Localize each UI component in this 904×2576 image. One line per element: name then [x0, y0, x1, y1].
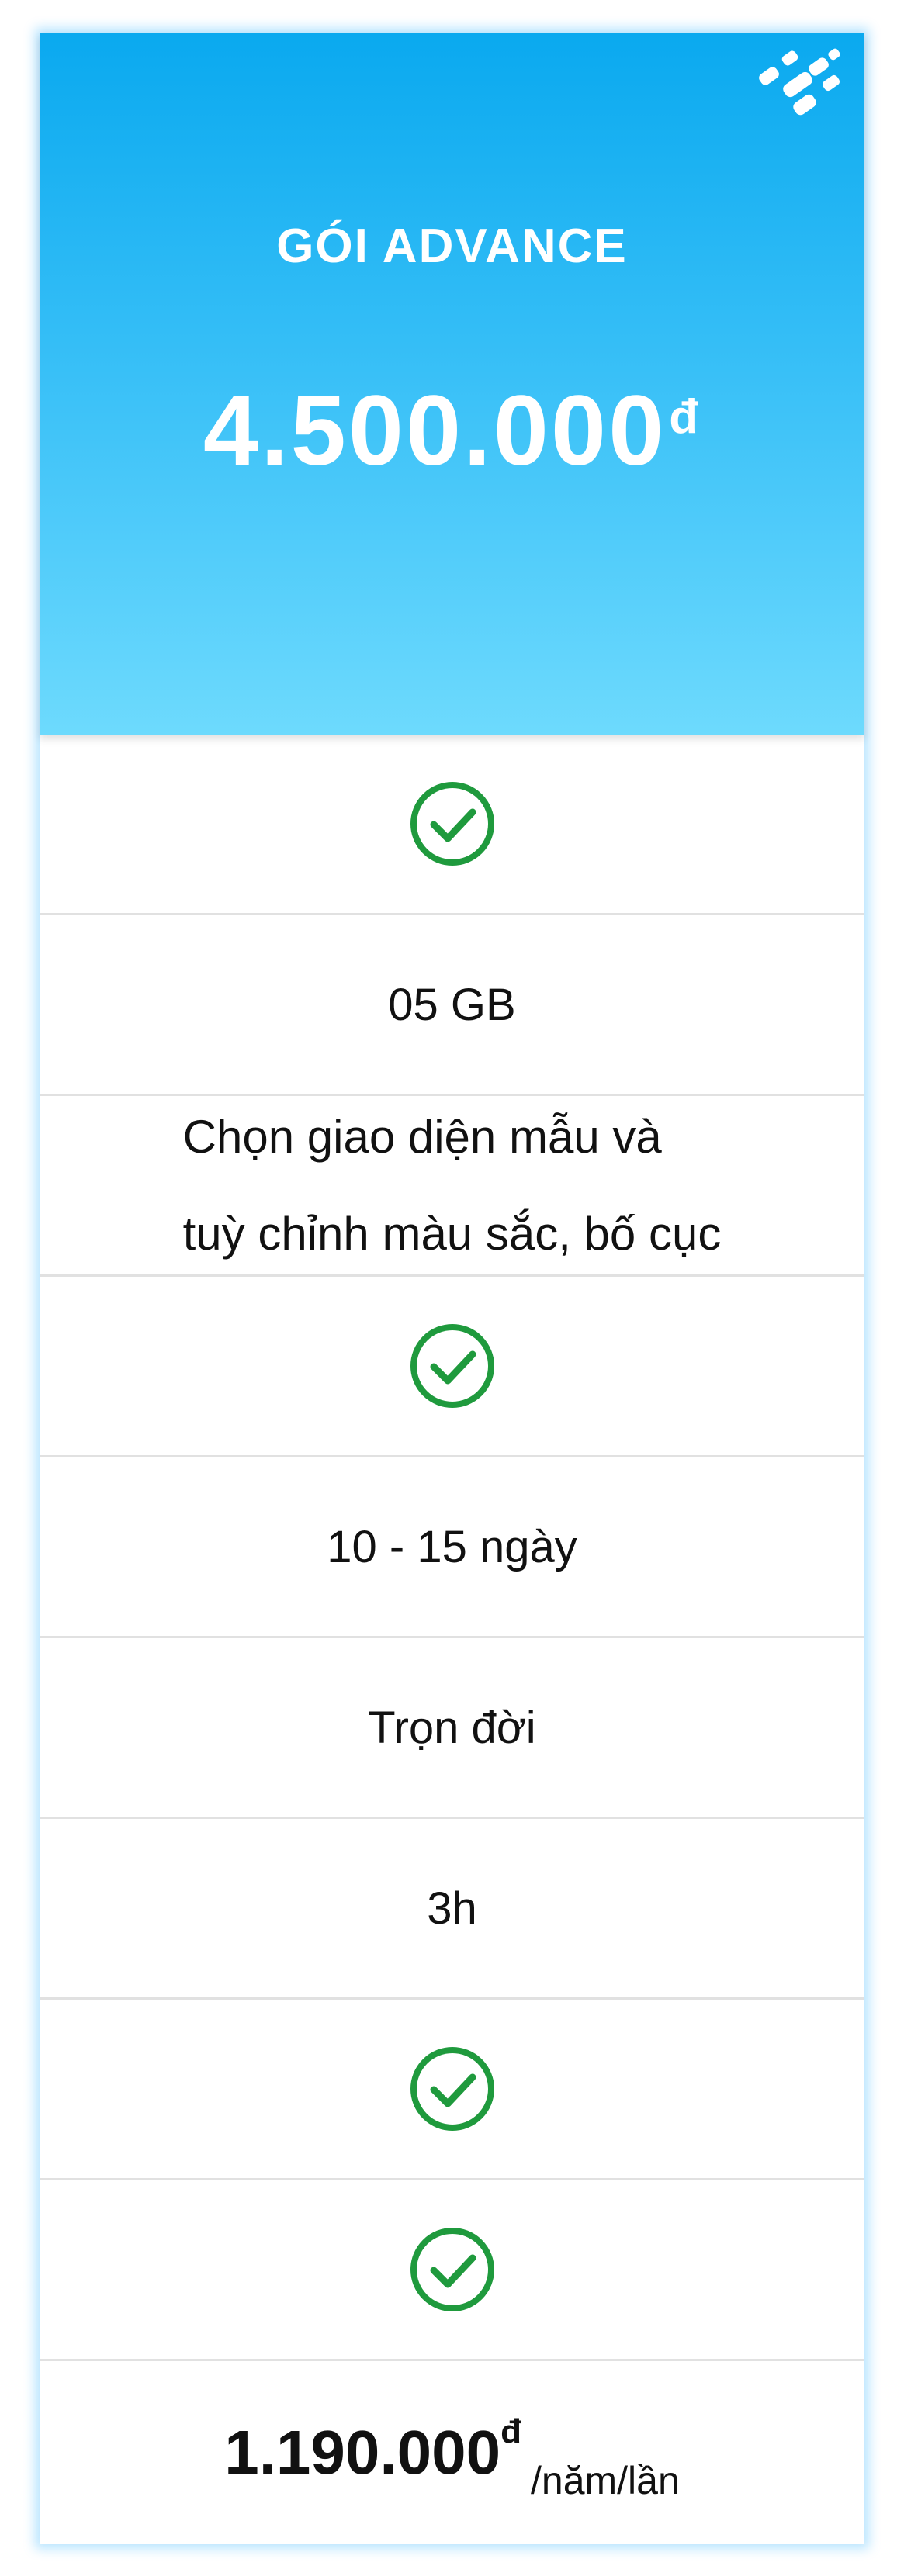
feature-row-lifetime: Trọn đời — [40, 1638, 864, 1819]
feature-row-storage: 05 GB — [40, 915, 864, 1096]
renewal-row: 1.190.000đ /năm/lần — [40, 2361, 864, 2543]
feature-row — [40, 2180, 864, 2361]
feature-row-delivery: 10 - 15 ngày — [40, 1457, 864, 1638]
feature-line: tuỳ chỉnh màu sắc, bố cục — [182, 1208, 722, 1260]
feature-value-multiline: Chọn giao diện mẫu và tuỳ chỉnh màu sắc,… — [183, 1088, 722, 1282]
plan-name: GÓI ADVANCE — [276, 220, 628, 273]
feature-line: Chọn giao diện mẫu và — [182, 1111, 662, 1163]
brand-logo-icon — [759, 48, 840, 116]
feature-value: 10 - 15 ngày — [327, 1521, 577, 1572]
feature-row — [40, 735, 864, 915]
check-circle-icon — [410, 2047, 494, 2131]
pricing-card: GÓI ADVANCE 4.500.000đ 05 GB Chọn giao d… — [40, 33, 864, 2544]
renewal-price-value: 1.190.000 — [224, 2417, 501, 2487]
check-circle-icon — [410, 1324, 494, 1408]
plan-header: GÓI ADVANCE 4.500.000đ — [40, 33, 864, 735]
feature-value: 3h — [427, 1883, 477, 1934]
renewal-unit: /năm/lần — [531, 2458, 680, 2502]
feature-row — [40, 1277, 864, 1457]
feature-row-theme: Chọn giao diện mẫu và tuỳ chỉnh màu sắc,… — [40, 1096, 864, 1277]
feature-value: Trọn đời — [368, 1702, 536, 1753]
plan-price-value: 4.500.000 — [203, 375, 667, 486]
plan-price-currency: đ — [669, 390, 701, 444]
check-circle-icon — [410, 2228, 494, 2311]
feature-row-training: 3h — [40, 1819, 864, 2000]
plan-price: 4.500.000đ — [40, 374, 864, 488]
check-circle-icon — [410, 782, 494, 866]
renewal-price: 1.190.000đ — [224, 2412, 521, 2488]
feature-list: 05 GB Chọn giao diện mẫu và tuỳ chỉnh mà… — [40, 735, 864, 2543]
renewal-price-currency: đ — [500, 2412, 521, 2450]
feature-row — [40, 2000, 864, 2180]
feature-value: 05 GB — [388, 979, 516, 1030]
